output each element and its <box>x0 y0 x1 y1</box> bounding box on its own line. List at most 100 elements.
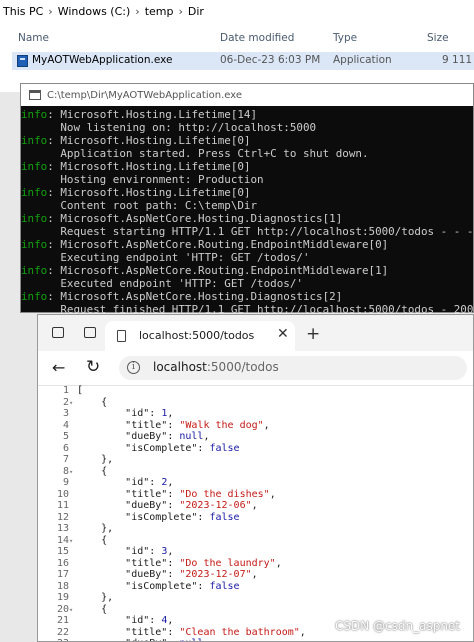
site-info-icon[interactable]: i <box>127 361 140 374</box>
json-token: { <box>77 534 108 546</box>
json-token: "title" <box>125 626 168 638</box>
tab-title: localhost:5000/todos <box>139 329 255 342</box>
json-token: null <box>179 638 203 641</box>
line-number: 9 <box>62 477 69 488</box>
json-line: 16 "title": "Do the laundry", <box>38 557 473 570</box>
page-favicon-icon <box>117 330 126 342</box>
back-arrow-icon[interactable]: ← <box>52 358 65 377</box>
json-token: "dueBy" <box>125 569 168 580</box>
json-line: 4 "title": "Walk the dog", <box>38 419 473 432</box>
close-tab-icon[interactable]: ✕ <box>277 326 289 342</box>
json-token: { <box>77 465 108 477</box>
workspaces-icon[interactable] <box>52 327 64 338</box>
json-token: }, <box>77 454 114 465</box>
refresh-icon[interactable]: ↻ <box>86 357 100 377</box>
line-number: 7 <box>62 454 69 465</box>
breadcrumb-windows-c[interactable]: Windows (C:) <box>55 5 134 18</box>
console-output: info: Microsoft.Hosting.Lifetime[14] Now… <box>21 106 473 316</box>
log-level-label: info <box>21 238 48 251</box>
line-number: 16 <box>56 557 69 569</box>
tab-actions-icon[interactable] <box>84 327 96 338</box>
chevron-right-icon[interactable]: › <box>176 5 184 18</box>
log-message: Request starting HTTP/1.1 GET http://loc… <box>21 225 473 238</box>
json-token: false <box>209 511 240 523</box>
executable-file-icon <box>17 55 28 67</box>
json-line: 5 "dueBy": null, <box>38 431 473 443</box>
log-message: Executed endpoint 'HTTP: GET /todos/' <box>21 277 303 290</box>
column-header-size[interactable]: Size <box>427 32 449 44</box>
json-line: 1[ <box>38 385 473 397</box>
json-token: "dueBy" <box>125 638 167 641</box>
line-number: 21 <box>56 615 69 626</box>
json-token: "Walk the dog" <box>179 419 264 431</box>
json-line: 13 }, <box>38 523 473 535</box>
breadcrumb-this-pc[interactable]: This PC <box>0 5 46 18</box>
tab-localhost-todos[interactable]: localhost:5000/todos ✕ <box>105 321 295 351</box>
console-log-line: info: Microsoft.Hosting.Lifetime[14] <box>21 108 473 121</box>
console-title: C:\temp\Dir\MyAOTWebApplication.exe <box>47 89 242 101</box>
json-token: null <box>179 431 204 442</box>
console-log-line: Executed endpoint 'HTTP: GET /todos/' <box>21 277 473 290</box>
log-level-label: info <box>21 108 48 121</box>
line-number: 17 <box>56 569 69 580</box>
watermark-text: CSDN @csdn_aspnet <box>335 619 461 633</box>
browser-window: localhost:5000/todos ✕ + ← ↻ i localhost… <box>37 314 474 642</box>
file-row[interactable]: MyAOTWebApplication.exe 06-Dec-23 6:03 P… <box>12 52 474 70</box>
json-token: "2023-12-06" <box>179 500 252 511</box>
file-explorer-window: This PC › Windows (C:) › temp › Dir Name… <box>0 0 474 92</box>
console-log-line: Application started. Press Ctrl+C to shu… <box>21 147 473 160</box>
log-message: : Microsoft.AspNetCore.Hosting.Diagnosti… <box>47 212 343 225</box>
json-token: }, <box>77 523 114 534</box>
json-token: "dueBy" <box>125 431 168 442</box>
json-token: : <box>167 557 180 569</box>
chevron-right-icon[interactable]: › <box>133 5 141 18</box>
column-header-type[interactable]: Type <box>333 32 357 44</box>
file-size: 9 111 K <box>442 54 474 66</box>
json-line: 6 "isComplete": false <box>38 443 473 455</box>
line-number: 3 <box>62 408 69 419</box>
json-token: : <box>167 638 179 641</box>
console-log-line: info: Microsoft.AspNetCore.Routing.Endpo… <box>21 264 473 277</box>
breadcrumb-dir[interactable]: Dir <box>185 5 207 18</box>
json-token: , <box>275 557 282 569</box>
json-token: : <box>167 488 180 500</box>
tab-strip: localhost:5000/todos ✕ + <box>38 315 473 351</box>
log-level-label: info <box>21 264 48 277</box>
json-line: 20▾ { <box>38 604 473 616</box>
log-level-label: info <box>21 290 48 303</box>
console-title-bar[interactable]: C:\temp\Dir\MyAOTWebApplication.exe <box>21 84 473 106</box>
json-token: "Do the dishes" <box>179 488 270 500</box>
url-input[interactable]: i localhost:5000/todos <box>119 356 467 380</box>
line-number: 13 <box>56 523 69 534</box>
log-message: Now listening on: http://localhost:5000 <box>21 121 317 134</box>
column-header-name[interactable]: Name <box>18 32 49 44</box>
column-header-date-modified[interactable]: Date modified <box>220 32 294 44</box>
json-token: , <box>251 500 258 511</box>
json-line: 7 }, <box>38 454 473 466</box>
json-line: 3 "id": 1, <box>38 408 473 420</box>
breadcrumb: This PC › Windows (C:) › temp › Dir <box>0 0 474 22</box>
json-line: 17 "dueBy": "2023-12-07", <box>38 569 473 581</box>
log-message: : Microsoft.Hosting.Lifetime[0] <box>47 186 251 199</box>
console-log-line: Request starting HTTP/1.1 GET http://loc… <box>21 225 473 238</box>
json-token: }, <box>77 592 114 603</box>
line-number: 8 <box>62 465 69 477</box>
json-token: , <box>299 626 306 638</box>
chevron-right-icon[interactable]: › <box>46 5 54 18</box>
log-message: Application started. Press Ctrl+C to shu… <box>21 147 369 160</box>
file-date-modified: 06-Dec-23 6:03 PM <box>220 54 321 66</box>
line-number: 1 <box>62 385 69 396</box>
json-line: 15 "id": 3, <box>38 546 473 558</box>
log-message: Hosting environment: Production <box>21 173 264 186</box>
log-level-label: info <box>21 134 48 147</box>
url-host: localhost <box>153 360 207 374</box>
new-tab-button[interactable]: + <box>306 324 320 344</box>
console-log-line: info: Microsoft.AspNetCore.Hosting.Diagn… <box>21 290 473 303</box>
log-message: Executing endpoint 'HTTP: GET /todos/' <box>21 251 310 264</box>
breadcrumb-temp[interactable]: temp <box>142 5 177 18</box>
